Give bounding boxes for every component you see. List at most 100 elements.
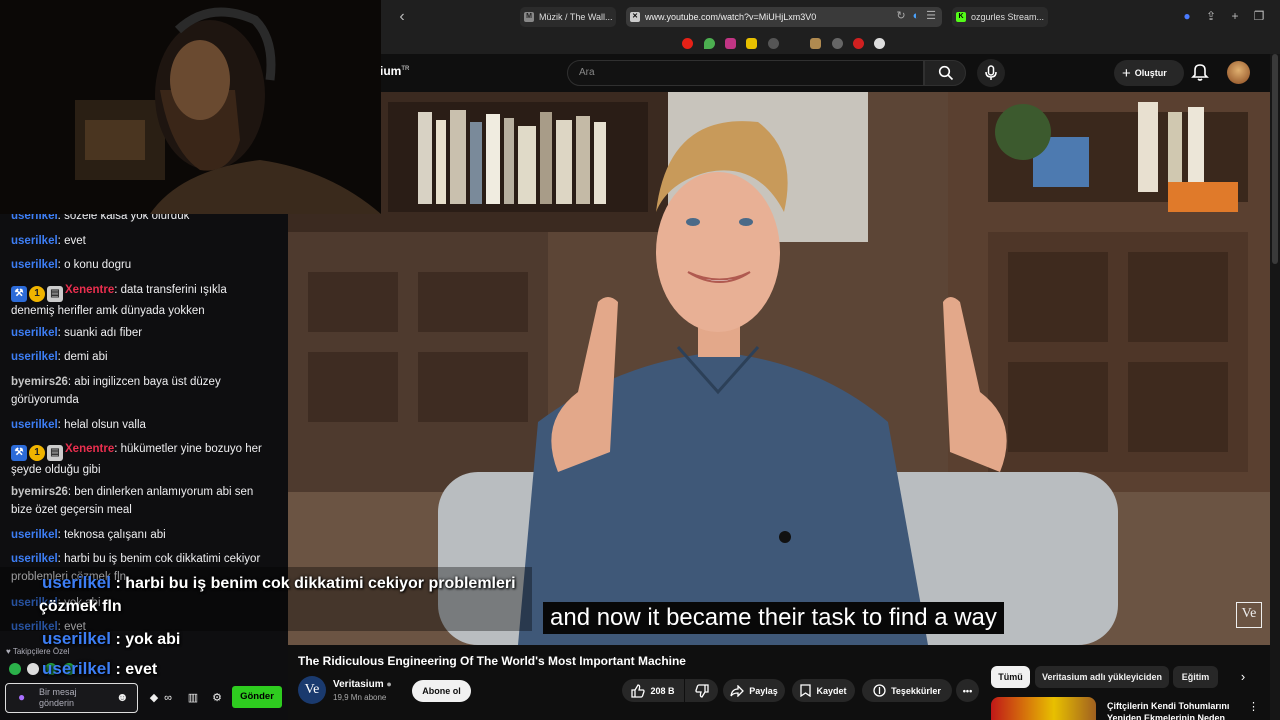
chat-username[interactable]: userilkel bbox=[11, 419, 58, 431]
chat-username[interactable]: userilkel bbox=[11, 259, 58, 271]
logo-tm: TR bbox=[401, 66, 410, 72]
tabs-overview-icon[interactable]: ❐ bbox=[1252, 9, 1266, 23]
like-button[interactable]: 208 B bbox=[622, 679, 684, 702]
more-vert-icon[interactable]: ⋮ bbox=[1248, 700, 1259, 713]
thumbs-down-icon bbox=[694, 683, 709, 698]
search-button[interactable] bbox=[924, 60, 966, 86]
search-icon bbox=[938, 65, 954, 81]
notes-bookmark-icon[interactable] bbox=[746, 38, 757, 49]
back-icon[interactable]: ‹ bbox=[394, 8, 410, 26]
tab-title: ozgurles Stream... bbox=[971, 12, 1045, 22]
red-bookmark-icon[interactable] bbox=[853, 38, 864, 49]
recommended-thumbnail[interactable] bbox=[991, 697, 1096, 720]
chat-input-placeholder: Bir mesaj gönderin bbox=[39, 687, 77, 708]
chip-all[interactable]: Tümü bbox=[991, 666, 1030, 688]
instagram-bookmark-icon[interactable] bbox=[725, 38, 736, 49]
mic-icon[interactable]: ● bbox=[18, 690, 30, 706]
extension-icon[interactable]: ● bbox=[1180, 9, 1194, 23]
thumbs-up-icon bbox=[631, 683, 646, 698]
thanks-button[interactable]: Teşekkürler bbox=[862, 679, 952, 702]
new-tab-icon[interactable]: + bbox=[1228, 9, 1242, 23]
emote-icon[interactable] bbox=[9, 663, 21, 675]
translate-icon[interactable]: ◐ bbox=[910, 10, 922, 22]
reader-icon[interactable]: ☰ bbox=[925, 10, 937, 22]
video-caption: and now it became their task to find a w… bbox=[543, 602, 1004, 634]
leaf-bookmark-icon[interactable] bbox=[704, 38, 715, 49]
more-actions-button[interactable]: ••• bbox=[956, 679, 979, 702]
video-player[interactable]: and now it became their task to find a w… bbox=[288, 92, 1270, 645]
tab-music[interactable]: M Müzik / The Wall... bbox=[520, 7, 616, 27]
search-input[interactable]: Ara bbox=[567, 60, 924, 86]
chat-username[interactable]: Xenentre bbox=[65, 443, 114, 455]
chat-text: teknosa çalışanı abi bbox=[64, 529, 166, 541]
tab-title: Müzik / The Wall... bbox=[539, 12, 613, 22]
youtube-header: iumTR Ara + Oluştur bbox=[380, 54, 1280, 92]
tab-bar: ‹ M Müzik / The Wall... ✕ www.youtube.co… bbox=[380, 0, 1280, 34]
chat-message: ⚒ 1 ▤ Xenentre: data transferini ışıkla den… bbox=[11, 284, 227, 317]
chat-message: userilkel: suanki adı fiber bbox=[11, 327, 143, 339]
chat-username[interactable]: userilkel bbox=[11, 529, 58, 541]
chat-input[interactable]: ● Bir mesaj gönderin ☻ bbox=[5, 683, 138, 713]
super-thanks-icon bbox=[873, 684, 886, 697]
create-button[interactable]: + Oluştur bbox=[1114, 60, 1184, 86]
infinity-icon[interactable]: ∞ bbox=[160, 690, 176, 706]
hammer-badge-icon: ⚒ bbox=[11, 445, 27, 461]
chat-text: helal olsun valla bbox=[64, 419, 146, 431]
youtube-logo[interactable]: iumTR bbox=[380, 64, 409, 78]
overlay-username: userilkel bbox=[42, 573, 111, 592]
emote-icon[interactable] bbox=[27, 663, 39, 675]
channel-avatar[interactable]: Ve bbox=[298, 676, 326, 704]
bookmarks-bar bbox=[380, 34, 1280, 54]
notifications-button[interactable] bbox=[1191, 62, 1209, 82]
share-button[interactable]: Paylaş bbox=[723, 679, 785, 702]
chat-message: byemirs26: ben dinlerken anlamıyorum abi… bbox=[11, 486, 254, 516]
chat-message: userilkel: teknosa çalışanı abi bbox=[11, 529, 166, 541]
t-bookmark-icon[interactable] bbox=[810, 38, 821, 49]
webcam-feed bbox=[0, 0, 381, 214]
chat-username[interactable]: userilkel bbox=[11, 235, 58, 247]
avatar[interactable] bbox=[1227, 61, 1250, 84]
chat-username[interactable]: Xenentre bbox=[65, 284, 114, 296]
emoji-icon[interactable]: ☻ bbox=[116, 690, 129, 704]
bookmark-icon bbox=[800, 684, 812, 697]
dislike-button[interactable] bbox=[685, 679, 718, 702]
ball-bookmark-icon[interactable] bbox=[874, 38, 885, 49]
scrollbar-thumb[interactable] bbox=[1272, 54, 1278, 264]
share-icon[interactable]: ⇪ bbox=[1204, 9, 1218, 23]
tab-kick[interactable]: K ozgurles Stream... bbox=[952, 7, 1048, 27]
recommended-title[interactable]: Çiftçilerin Kendi Tohumlarını Yeniden Ek… bbox=[1107, 700, 1232, 720]
channel-name[interactable]: Veritasium ● bbox=[333, 679, 392, 690]
store-icon[interactable]: ▥ bbox=[185, 690, 201, 706]
hammer-badge-icon: ⚒ bbox=[11, 286, 27, 302]
overlay-text: : evet bbox=[115, 661, 158, 678]
globe-bookmark-icon[interactable] bbox=[832, 38, 843, 49]
chevron-right-icon[interactable]: › bbox=[1234, 668, 1252, 686]
globe-bookmark-icon[interactable] bbox=[768, 38, 779, 49]
share-label: Paylaş bbox=[749, 685, 778, 696]
youtube-bookmark-icon[interactable] bbox=[682, 38, 693, 49]
badge-number: 1 bbox=[29, 445, 45, 461]
chip-uploader[interactable]: Veritasium adlı yükleyiciden bbox=[1035, 666, 1169, 688]
chat-message: ⚒ 1 ▤ Xenentre: hükümetler yine bozuyo her … bbox=[11, 443, 262, 476]
chat-username[interactable]: byemirs26 bbox=[11, 486, 68, 498]
gear-icon[interactable]: ⚙ bbox=[209, 690, 225, 706]
send-button[interactable]: Gönder bbox=[232, 686, 282, 708]
logo-text: ium bbox=[380, 64, 402, 78]
bell-icon bbox=[1191, 64, 1209, 81]
like-count: 208 B bbox=[650, 685, 675, 696]
page-scrollbar[interactable] bbox=[1270, 54, 1280, 720]
chip-education[interactable]: Eğitim bbox=[1173, 666, 1218, 688]
reload-icon[interactable]: ↻ bbox=[895, 10, 907, 22]
chat-username[interactable]: byemirs26 bbox=[11, 376, 68, 388]
chat-username[interactable]: userilkel bbox=[11, 327, 58, 339]
share-arrow-icon bbox=[730, 684, 745, 697]
channel-watermark[interactable]: Ve bbox=[1236, 602, 1262, 628]
voice-search-button[interactable] bbox=[977, 59, 1005, 87]
chat-username[interactable]: userilkel bbox=[11, 553, 58, 565]
chat-message: userilkel: o konu dogru bbox=[11, 259, 132, 271]
m-icon: M bbox=[524, 12, 534, 22]
x-icon: ✕ bbox=[630, 12, 640, 22]
chat-username[interactable]: userilkel bbox=[11, 351, 58, 363]
subscribe-button[interactable]: Abone ol bbox=[412, 680, 471, 702]
save-button[interactable]: Kaydet bbox=[792, 679, 855, 702]
